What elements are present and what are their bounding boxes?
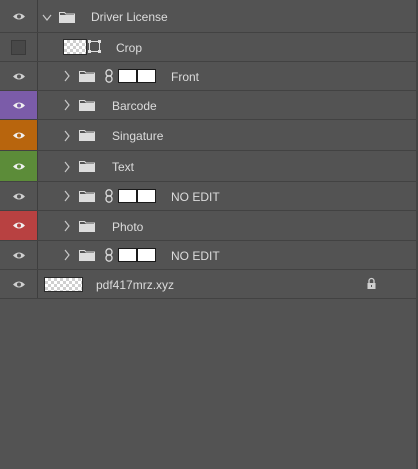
eye-icon — [12, 222, 25, 229]
visibility-toggle[interactable] — [0, 120, 38, 150]
eye-icon — [12, 281, 25, 287]
visibility-toggle[interactable] — [0, 151, 38, 181]
chevron-right-icon[interactable] — [62, 249, 72, 261]
lock-icon[interactable] — [366, 277, 377, 290]
chevron-down-icon[interactable] — [42, 12, 52, 24]
layer-name[interactable]: NO EDIT — [171, 249, 220, 263]
chevron-right-icon[interactable] — [62, 190, 72, 202]
layer-name[interactable]: pdf417mrz.xyz — [96, 278, 174, 292]
visibility-toggle[interactable] — [0, 241, 38, 269]
link-icon[interactable] — [104, 69, 114, 83]
eye-icon — [12, 13, 25, 19]
folder-icon — [79, 130, 95, 141]
folder-icon — [79, 161, 95, 172]
layer-row-driver-license[interactable]: Driver License — [0, 0, 416, 33]
chevron-right-icon[interactable] — [62, 161, 72, 173]
layer-name[interactable]: Crop — [116, 41, 142, 55]
chevron-right-icon[interactable] — [62, 130, 72, 142]
mask-thumbnail[interactable] — [118, 248, 137, 262]
eye-icon — [12, 102, 25, 108]
folder-icon — [79, 250, 95, 261]
crop-icon — [88, 40, 101, 53]
visibility-toggle[interactable] — [0, 270, 38, 298]
layer-row-crop[interactable]: Crop — [0, 33, 416, 62]
layer-name[interactable]: Photo — [112, 220, 143, 234]
folder-icon — [59, 12, 75, 23]
eye-icon — [12, 132, 25, 138]
visibility-toggle[interactable] — [0, 33, 38, 61]
visibility-toggle[interactable] — [0, 182, 38, 210]
layer-name[interactable]: Text — [112, 160, 134, 174]
layer-name[interactable]: Front — [171, 70, 199, 84]
layer-thumbnail[interactable] — [44, 277, 83, 292]
layer-row-barcode[interactable]: Barcode — [0, 91, 416, 120]
layer-row-front[interactable]: Front — [0, 62, 416, 91]
chevron-right-icon[interactable] — [62, 99, 72, 111]
layer-name[interactable]: Driver License — [91, 10, 168, 24]
chevron-right-icon[interactable] — [62, 70, 72, 82]
chevron-right-icon[interactable] — [62, 220, 72, 232]
eye-icon — [12, 163, 25, 169]
layers-panel: Driver License Crop Front Barcode Singat… — [0, 0, 418, 469]
layer-name[interactable]: NO EDIT — [171, 190, 220, 204]
mask-thumbnail[interactable] — [137, 189, 156, 203]
visibility-toggle[interactable] — [0, 91, 38, 119]
link-icon[interactable] — [104, 189, 114, 203]
layer-name[interactable]: Barcode — [112, 99, 157, 113]
layer-row-no-edit[interactable]: NO EDIT — [0, 182, 416, 211]
layer-row-singature[interactable]: Singature — [0, 120, 416, 151]
folder-icon — [79, 191, 95, 202]
visibility-toggle[interactable] — [0, 0, 38, 32]
mask-thumbnail[interactable] — [137, 248, 156, 262]
folder-icon — [79, 221, 95, 232]
eye-icon — [12, 252, 25, 258]
visibility-toggle[interactable] — [0, 211, 38, 240]
hidden-eye-icon — [11, 39, 26, 55]
folder-icon — [79, 100, 95, 111]
layer-row-photo[interactable]: Photo — [0, 211, 416, 241]
folder-icon — [79, 71, 95, 82]
visibility-toggle[interactable] — [0, 62, 38, 90]
link-icon[interactable] — [104, 248, 114, 262]
layer-row-text[interactable]: Text — [0, 151, 416, 182]
mask-thumbnail[interactable] — [118, 69, 137, 83]
mask-thumbnail[interactable] — [137, 69, 156, 83]
eye-icon — [12, 193, 25, 199]
eye-icon — [12, 73, 25, 79]
layer-name[interactable]: Singature — [112, 129, 163, 143]
layer-thumbnail — [63, 39, 87, 55]
mask-thumbnail[interactable] — [118, 189, 137, 203]
layer-row-pdf417mrz[interactable]: pdf417mrz.xyz — [0, 270, 416, 299]
layer-row-no-edit[interactable]: NO EDIT — [0, 241, 416, 270]
